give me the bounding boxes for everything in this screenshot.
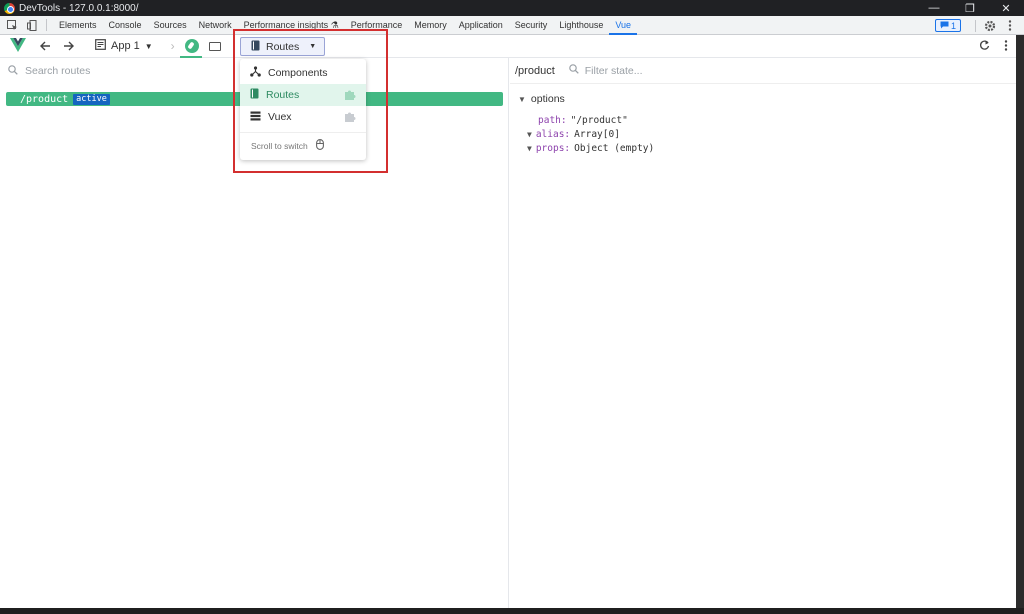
window-controls: — ❐ ✕ [916,0,1024,16]
more-vertical-icon[interactable] [1002,18,1018,34]
message-icon [940,21,949,31]
tab-application[interactable]: Application [453,16,509,35]
search-icon [8,64,18,78]
taskbar-strip [0,608,1024,614]
app-label: App 1 [111,40,140,52]
status-badge: active [73,93,110,105]
filter-input[interactable]: Filter state... [585,65,643,77]
search-icon [568,64,579,77]
highlight-box [233,29,388,173]
vue-toolbar: App 1 ▼ › [0,35,1016,58]
vue-logo-icon [10,38,26,54]
state-row-props[interactable]: ▼ props: Object (empty) [527,143,654,154]
window-edge [1016,35,1024,608]
tab-vue[interactable]: Vue [609,16,638,35]
back-arrow-icon[interactable] [38,39,52,53]
device-toolbar-icon[interactable] [24,17,40,33]
breadcrumb-chevron-icon: › [170,39,175,53]
state-value: Object (empty) [574,143,655,154]
route-details-pane: /product Filter state... ▼ options path:… [510,58,1016,608]
keyboard-icon[interactable] [208,41,221,51]
state-key: path: [538,115,567,126]
more-vertical-icon[interactable] [1004,39,1008,54]
caret-down-icon: ▼ [527,130,532,139]
issues-button[interactable]: 1 [934,19,961,32]
window-title: DevTools - 127.0.0.1:8000/ [19,2,139,14]
details-header: /product Filter state... [510,58,1016,84]
tab-memory[interactable]: Memory [408,16,453,35]
caret-down-icon: ▼ [518,94,526,104]
inspect-element-icon[interactable] [4,17,20,33]
forward-arrow-icon[interactable] [61,39,75,53]
issues-count: 1 [950,20,956,31]
state-value: "/product" [570,115,628,126]
tab-sources[interactable]: Sources [148,16,193,35]
state-filter[interactable]: Filter state... [568,64,643,77]
devtools-right-actions: 1 [934,16,1024,35]
state-value: Array[0] [574,129,620,140]
tab-elements[interactable]: Elements [53,16,103,35]
tab-security[interactable]: Security [509,16,554,35]
state-row-alias[interactable]: ▼ alias: Array[0] [527,129,620,140]
search-input[interactable]: Search routes [25,65,90,77]
refresh-icon[interactable] [979,40,990,54]
options-section-toggle[interactable]: ▼ options [518,93,565,105]
toolbar-divider [46,19,47,31]
compass-icon[interactable] [184,39,199,53]
caret-down-icon: ▼ [144,41,153,51]
devtools-tab-strip: Elements Console Sources Network Perform… [0,16,1024,35]
tab-network[interactable]: Network [193,16,238,35]
details-title: /product [515,64,555,77]
toolbar-divider [975,19,976,32]
tab-console[interactable]: Console [103,16,148,35]
state-row-path: path: "/product" [538,115,628,126]
caret-down-icon: ▼ [527,144,532,153]
app-selector[interactable]: App 1 ▼ [95,39,153,53]
tab-lighthouse[interactable]: Lighthouse [553,16,609,35]
chrome-logo-icon [4,2,15,14]
close-button[interactable]: ✕ [988,0,1024,16]
state-key: props: [535,143,571,154]
gear-icon[interactable] [982,18,998,34]
restore-button[interactable]: ❐ [952,0,988,16]
state-key: alias: [535,129,571,140]
section-label: options [530,93,565,105]
route-path: /product [20,93,69,105]
window-titlebar: DevTools - 127.0.0.1:8000/ — ❐ ✕ [0,0,1024,16]
vue-toolbar-actions [979,35,1008,58]
minimize-button[interactable]: — [916,0,952,16]
app-icon [95,39,106,53]
